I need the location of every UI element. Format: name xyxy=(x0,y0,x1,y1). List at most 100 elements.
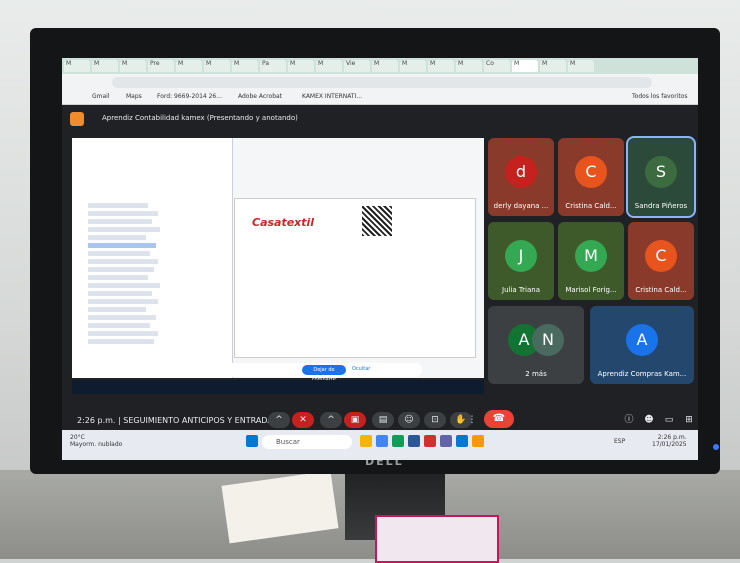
participant-tile[interactable]: M Marisol Forig... xyxy=(558,222,624,300)
browser-tab[interactable]: Pa xyxy=(260,60,286,72)
browser-tab[interactable]: M xyxy=(316,60,342,72)
taskbar-search[interactable]: Buscar xyxy=(262,435,352,449)
chat-icon[interactable]: ▭ xyxy=(658,412,680,428)
file-row xyxy=(88,339,154,344)
participant-tile[interactable]: J Julia Triana xyxy=(488,222,554,300)
browser-tab[interactable]: M xyxy=(456,60,482,72)
activities-icon[interactable]: ⊞ xyxy=(678,412,698,428)
weather-widget[interactable]: 20°C Mayorm. nublado xyxy=(70,434,122,448)
emoji-button[interactable]: ☺ xyxy=(398,412,420,428)
url-field[interactable] xyxy=(112,77,652,88)
people-icon[interactable]: ☻ xyxy=(638,412,660,428)
more-count: 2 más xyxy=(525,370,547,378)
screen: M M M Pre M M M Pa M M Vie M M M M Co M … xyxy=(62,58,698,460)
file-row-selected xyxy=(88,243,156,248)
avatar: N xyxy=(532,324,564,356)
participant-name: Marisol Forig... xyxy=(565,286,617,294)
browser-tab[interactable]: M xyxy=(400,60,426,72)
system-clock[interactable]: 2:26 p.m. 17/01/2025 xyxy=(652,434,687,448)
all-bookmarks[interactable]: Todos los favoritos xyxy=(632,93,688,100)
browser-tab-bar: M M M Pre M M M Pa M M Vie M M M M Co M … xyxy=(62,58,698,74)
avatar: S xyxy=(645,156,677,188)
file-row xyxy=(88,283,160,288)
browser-tab[interactable]: M xyxy=(176,60,202,72)
meeting-time-title: 2:26 p.m. | SEGUIMIENTO ANTICIPOS Y ENTR… xyxy=(77,416,280,425)
avatar: d xyxy=(505,156,537,188)
info-icon[interactable]: ⓘ xyxy=(618,412,640,428)
chrome-icon[interactable] xyxy=(376,435,388,447)
browser-tab[interactable]: M xyxy=(372,60,398,72)
chevron-up-icon[interactable]: ^ xyxy=(320,412,342,428)
browser-tab[interactable]: Co xyxy=(484,60,510,72)
acrobat-icon[interactable] xyxy=(424,435,436,447)
file-row xyxy=(88,291,152,296)
bookmark-kamex[interactable]: KAMEX INTERNATI... xyxy=(302,93,362,100)
browser-tab[interactable]: M xyxy=(428,60,454,72)
more-options-icon[interactable]: ⋮ xyxy=(466,412,478,428)
browser-tab[interactable]: M xyxy=(232,60,258,72)
participant-name: Cristina Cald... xyxy=(565,202,617,210)
stop-sharing-button[interactable]: Dejar de compartir xyxy=(302,365,346,383)
avatar: C xyxy=(645,240,677,272)
browser-tab[interactable]: M xyxy=(568,60,594,72)
excel-icon[interactable] xyxy=(392,435,404,447)
file-row xyxy=(88,219,152,224)
more-participants-tile[interactable]: A N 2 más xyxy=(488,306,584,384)
outlook-icon[interactable] xyxy=(456,435,468,447)
file-row xyxy=(88,315,156,320)
shared-taskbar xyxy=(72,380,484,394)
participant-tile[interactable]: d derly dayana ... xyxy=(488,138,554,216)
mic-off-button[interactable]: ✕ xyxy=(292,412,314,428)
end-call-button[interactable]: ☎ xyxy=(484,410,514,428)
browser-tab[interactable]: M xyxy=(204,60,230,72)
file-row xyxy=(88,299,158,304)
file-row xyxy=(88,259,158,264)
bookmark-adobe[interactable]: Adobe Acrobat xyxy=(238,93,282,100)
file-row xyxy=(88,251,150,256)
avatar: C xyxy=(575,156,607,188)
teams-icon[interactable] xyxy=(440,435,452,447)
file-row xyxy=(88,331,158,336)
browser-tab[interactable]: Pre xyxy=(148,60,174,72)
browser-tab-active[interactable]: M xyxy=(512,60,538,72)
paint-icon[interactable] xyxy=(472,435,484,447)
participant-tile-speaking[interactable]: S Sandra Piñeros xyxy=(626,136,696,218)
hide-button[interactable]: Ocultar xyxy=(352,366,370,372)
meeting-name: SEGUIMIENTO ANTICIPOS Y ENTRADA... xyxy=(123,416,281,425)
qr-code-icon xyxy=(362,206,392,236)
clock-date: 17/01/2025 xyxy=(652,441,687,448)
bookmarks-bar: Gmail Maps Ford: 9669-2014 26... Adobe A… xyxy=(62,90,698,105)
file-explorer-icon[interactable] xyxy=(360,435,372,447)
file-row xyxy=(88,323,150,328)
captions-button[interactable]: ▤ xyxy=(372,412,394,428)
start-icon[interactable] xyxy=(246,435,258,447)
present-button[interactable]: ⊡ xyxy=(424,412,446,428)
browser-tab[interactable]: Vie xyxy=(344,60,370,72)
participant-tile[interactable]: A Aprendiz Compras Kam... xyxy=(590,306,694,384)
bookmark-gmail[interactable]: Gmail xyxy=(92,93,110,100)
camera-off-button[interactable]: ▣ xyxy=(344,412,366,428)
power-led-icon[interactable] xyxy=(713,444,719,450)
file-row xyxy=(88,235,146,240)
file-row xyxy=(88,275,148,280)
browser-tab[interactable]: M xyxy=(540,60,566,72)
participant-name: Aprendiz Compras Kam... xyxy=(597,370,687,378)
weather-desc: Mayorm. nublado xyxy=(70,441,123,448)
language-indicator[interactable]: ESP xyxy=(614,438,625,445)
file-row xyxy=(88,307,146,312)
browser-tab[interactable]: M xyxy=(120,60,146,72)
participant-name: derly dayana ... xyxy=(493,202,549,210)
word-icon[interactable] xyxy=(408,435,420,447)
bookmark-ford[interactable]: Ford: 9669-2014 26... xyxy=(157,93,222,100)
bookmark-maps[interactable]: Maps xyxy=(126,93,142,100)
participant-name: Cristina Cald... xyxy=(635,286,687,294)
meet-app-icon xyxy=(70,112,84,126)
participant-tile[interactable]: C Cristina Cald... xyxy=(628,222,694,300)
chevron-up-icon[interactable]: ^ xyxy=(268,412,290,428)
browser-tab[interactable]: M xyxy=(64,60,90,72)
browser-tab[interactable]: M xyxy=(288,60,314,72)
browser-tab[interactable]: M xyxy=(92,60,118,72)
avatar: M xyxy=(575,240,607,272)
clock-time: 2:26 p.m. xyxy=(657,434,687,441)
participant-tile[interactable]: C Cristina Cald... xyxy=(558,138,624,216)
